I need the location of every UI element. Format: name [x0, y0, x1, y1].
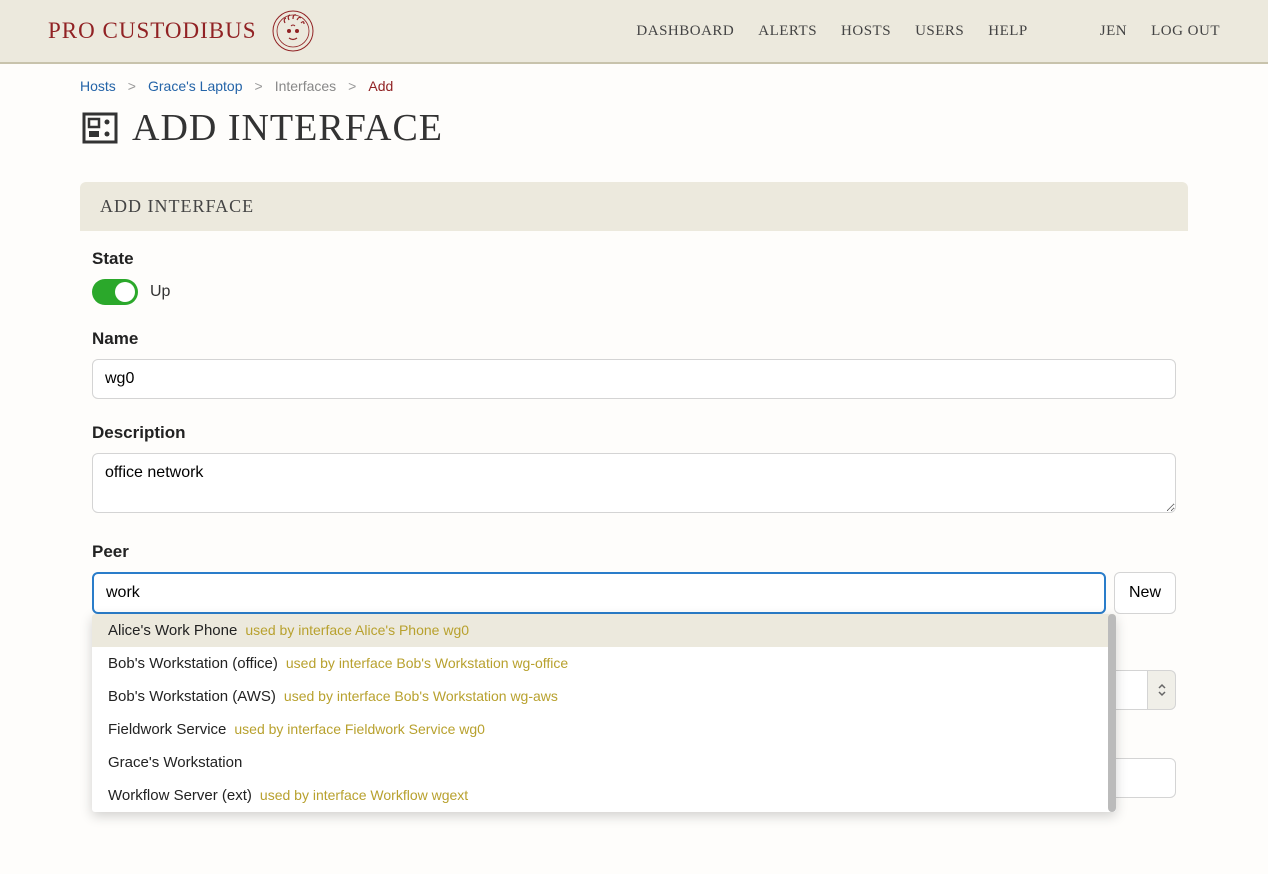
state-toggle[interactable]	[92, 279, 138, 305]
logo[interactable]: PRO CUSTODIBUS	[48, 9, 315, 53]
peer-option[interactable]: Fieldwork Serviceused by interface Field…	[92, 713, 1116, 746]
nav-dashboard[interactable]: DASHBOARD	[636, 23, 734, 40]
breadcrumb: Hosts > Grace's Laptop > Interfaces > Ad…	[80, 78, 1188, 94]
name-label: Name	[92, 329, 1176, 349]
peer-label: Peer	[92, 542, 1176, 562]
description-label: Description	[92, 423, 1176, 443]
state-value-label: Up	[150, 283, 170, 301]
circuit-board-icon	[80, 108, 120, 148]
name-input[interactable]	[92, 359, 1176, 399]
nav-help[interactable]: HELP	[988, 23, 1028, 40]
peer-option[interactable]: Bob's Workstation (AWS)used by interface…	[92, 680, 1116, 713]
breadcrumb-host[interactable]: Grace's Laptop	[148, 78, 243, 94]
breadcrumb-sep: >	[348, 78, 356, 94]
breadcrumb-sep: >	[255, 78, 263, 94]
nav-users[interactable]: USERS	[915, 23, 964, 40]
new-peer-button[interactable]: New	[1114, 572, 1176, 614]
medusa-icon	[271, 9, 315, 53]
breadcrumb-hosts[interactable]: Hosts	[80, 78, 116, 94]
select-stepper-icon[interactable]	[1148, 670, 1176, 710]
peer-option[interactable]: Alice's Work Phoneused by interface Alic…	[92, 614, 1116, 647]
breadcrumb-sep: >	[128, 78, 136, 94]
logo-text: PRO CUSTODIBUS	[48, 18, 257, 44]
peer-option[interactable]: Bob's Workstation (office)used by interf…	[92, 647, 1116, 680]
top-nav: PRO CUSTODIBUS DASHBOARD ALERTS HOSTS US…	[0, 0, 1268, 64]
peer-option[interactable]: Workflow Server (ext)used by interface W…	[92, 779, 1116, 812]
main-nav: DASHBOARD ALERTS HOSTS USERS HELP JEN LO…	[636, 23, 1220, 40]
dropdown-scrollbar[interactable]	[1108, 614, 1116, 812]
nav-current-user[interactable]: JEN	[1100, 23, 1127, 40]
breadcrumb-current: Add	[368, 78, 393, 94]
peer-dropdown: Alice's Work Phoneused by interface Alic…	[92, 614, 1116, 812]
breadcrumb-interfaces: Interfaces	[275, 78, 336, 94]
nav-hosts[interactable]: HOSTS	[841, 23, 891, 40]
nav-alerts[interactable]: ALERTS	[758, 23, 817, 40]
panel-header: ADD INTERFACE	[80, 182, 1188, 231]
peer-option[interactable]: Grace's Workstation	[92, 746, 1116, 779]
page-title: ADD INTERFACE	[132, 106, 443, 150]
state-label: State	[92, 249, 1176, 269]
add-interface-panel: ADD INTERFACE State Up Name Description …	[80, 182, 1188, 834]
nav-logout[interactable]: LOG OUT	[1151, 23, 1220, 40]
description-input[interactable]: office network	[92, 453, 1176, 513]
peer-input[interactable]	[92, 572, 1106, 614]
